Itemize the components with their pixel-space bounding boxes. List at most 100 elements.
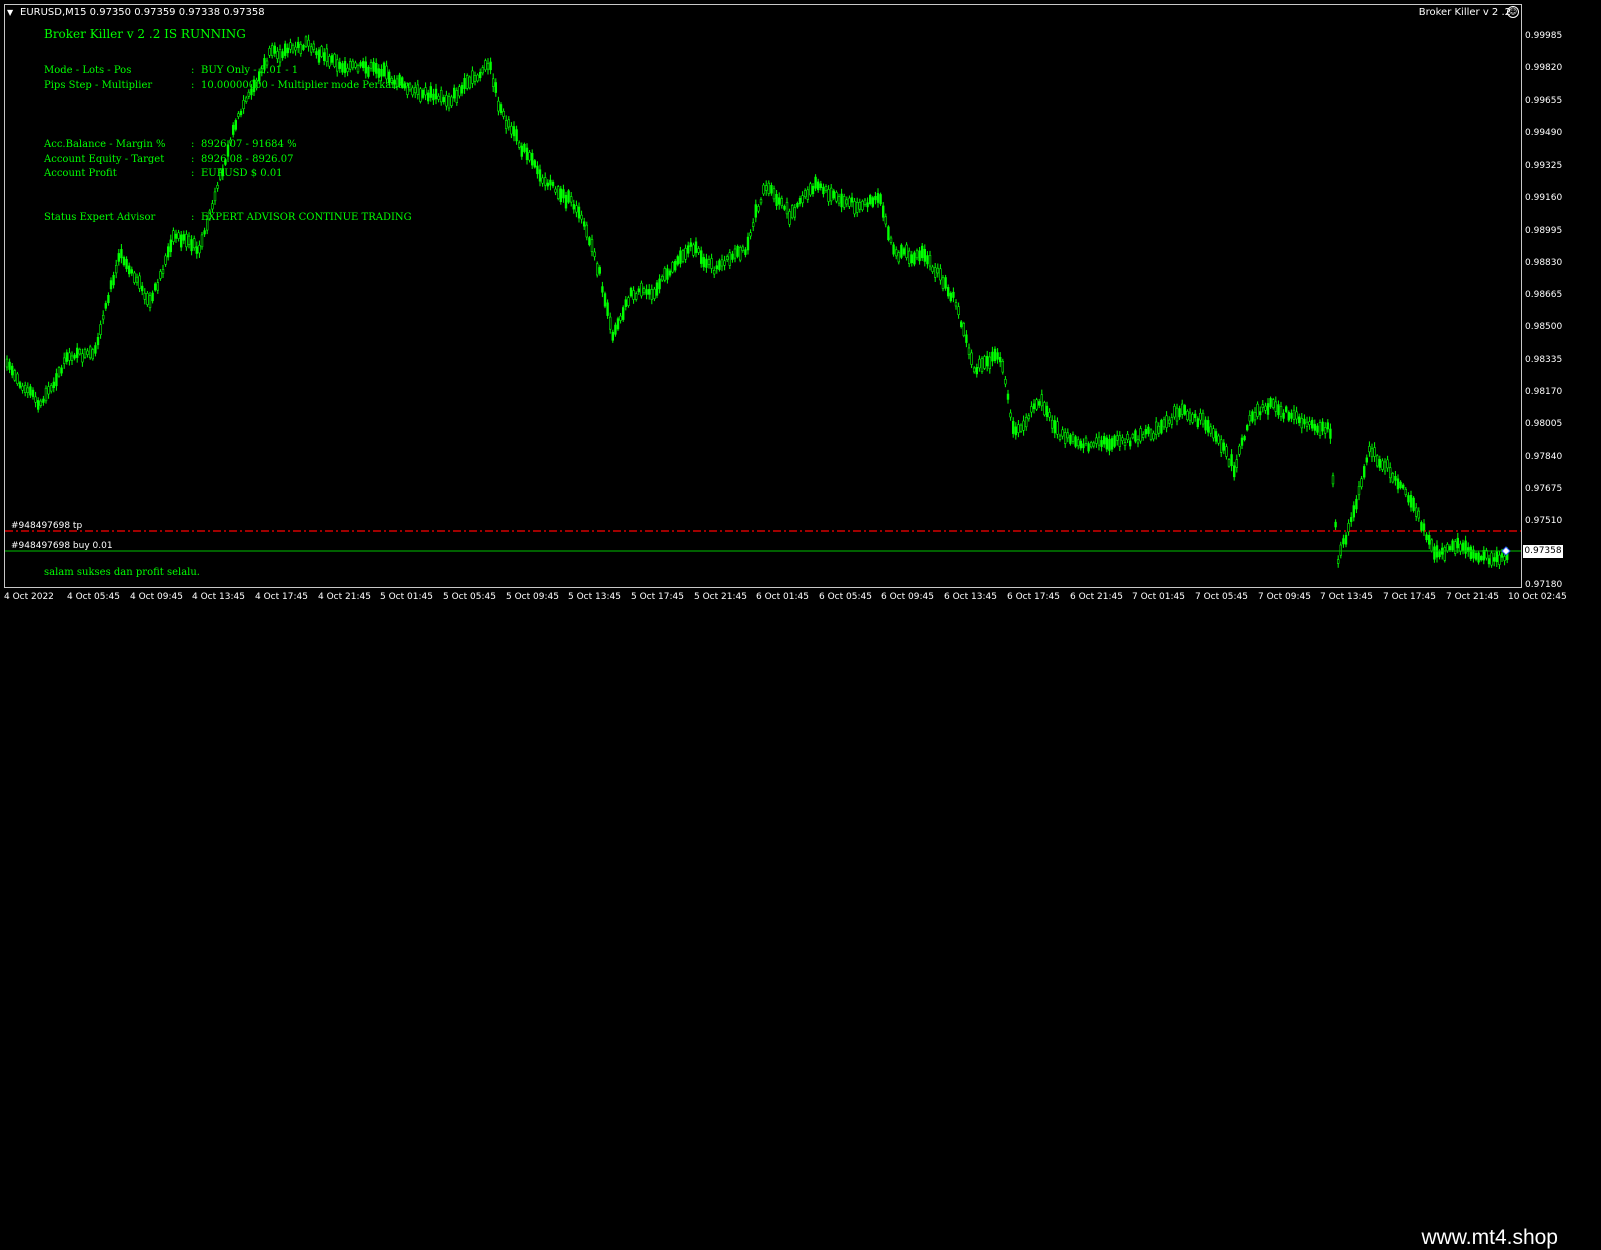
- candle-body: [1290, 412, 1293, 419]
- candle-body: [296, 41, 300, 48]
- chart-window[interactable]: ▼ EURUSD,M15 0.97350 0.97359 0.97338 0.9…: [0, 0, 1601, 610]
- candle-body: [432, 93, 435, 101]
- candle-body: [777, 197, 781, 205]
- candle-body: [104, 303, 108, 309]
- candle-body: [941, 277, 945, 289]
- candle-body: [346, 67, 349, 72]
- candle-body: [645, 289, 648, 295]
- candle-body: [304, 36, 308, 47]
- price-tick: 0.98335: [1525, 355, 1563, 365]
- candle-body: [1443, 547, 1447, 561]
- candle-body: [1386, 459, 1389, 469]
- candle-body: [273, 45, 276, 54]
- smiley-icon[interactable]: ☺: [1507, 6, 1519, 18]
- candle-body: [650, 289, 654, 300]
- candle-body: [419, 88, 422, 102]
- candle-body: [1092, 442, 1096, 447]
- candle-body: [320, 46, 323, 57]
- candle-body: [143, 292, 146, 300]
- candle-body: [624, 299, 628, 308]
- candle-body: [471, 70, 474, 84]
- candle-body: [1004, 378, 1007, 385]
- ea-label-equity: Account Equity - Target: [44, 154, 165, 165]
- candle-body: [543, 177, 547, 186]
- candle-body: [478, 72, 482, 79]
- candle-body: [572, 204, 576, 210]
- time-tick: 5 Oct 17:45: [631, 592, 684, 602]
- candle-body: [359, 62, 362, 67]
- candle-body: [1350, 517, 1353, 522]
- candle-body: [689, 242, 693, 247]
- candle-body: [1058, 435, 1062, 440]
- candle-body: [949, 292, 953, 302]
- candle-body: [437, 95, 440, 100]
- candle-body: [499, 104, 503, 113]
- candle-body: [1313, 423, 1317, 431]
- candle-body: [65, 352, 69, 362]
- candle-body: [554, 188, 557, 193]
- candle-body: [564, 194, 568, 209]
- time-tick: 7 Oct 13:45: [1320, 592, 1373, 602]
- time-tick: 6 Oct 13:45: [944, 592, 997, 602]
- candle-body: [1207, 420, 1210, 433]
- candle-body: [216, 185, 219, 189]
- candle-body: [533, 160, 537, 168]
- chart-menu-arrow-icon[interactable]: ▼: [7, 8, 13, 17]
- candle-body: [1381, 460, 1384, 470]
- candle-body: [70, 355, 74, 361]
- candle-body: [120, 249, 123, 259]
- candle-body: [211, 203, 214, 210]
- candle-body: [655, 282, 659, 296]
- candle-body: [1142, 434, 1145, 438]
- candle-body: [302, 44, 305, 50]
- candle-body: [1069, 434, 1072, 444]
- candle-body: [991, 351, 994, 362]
- candle-body: [1077, 439, 1080, 447]
- candle-body: [936, 267, 940, 274]
- candle-body: [270, 45, 274, 56]
- candle-body: [1116, 435, 1119, 441]
- candle-body: [133, 272, 136, 283]
- time-tick: 6 Oct 05:45: [819, 592, 872, 602]
- candle-body: [809, 183, 812, 196]
- candle-body: [959, 321, 963, 328]
- price-tick: 0.98995: [1525, 226, 1563, 236]
- candle-body: [494, 82, 497, 93]
- candle-body: [367, 66, 370, 77]
- candle-body: [1396, 478, 1400, 490]
- candle-body: [107, 294, 110, 303]
- candle-body: [89, 346, 92, 359]
- candle-body: [764, 185, 768, 191]
- candle-body: [1019, 424, 1023, 432]
- candle-body: [1071, 434, 1075, 442]
- candle-body: [315, 51, 318, 56]
- candle-body: [200, 234, 204, 248]
- candle-body: [1420, 522, 1423, 531]
- candle-body: [148, 295, 152, 308]
- candle-body: [1201, 412, 1205, 425]
- candle-body: [762, 184, 765, 195]
- candle-body: [666, 268, 669, 280]
- candle-body: [385, 65, 388, 80]
- candle-body: [1160, 419, 1163, 434]
- candle-body: [585, 224, 589, 238]
- candle-body: [754, 204, 758, 218]
- candle-body: [369, 62, 373, 69]
- candle-body: [653, 288, 656, 300]
- candle-body: [60, 367, 63, 374]
- candle-body: [439, 90, 443, 103]
- candle-body: [286, 47, 289, 54]
- candle-body: [590, 239, 594, 252]
- candle-body: [117, 253, 121, 262]
- candle-body: [83, 348, 87, 358]
- candle-body: [141, 285, 144, 292]
- candle-body: [1282, 412, 1285, 419]
- candle-body: [497, 100, 500, 112]
- candle-body: [1300, 417, 1304, 429]
- candle-body: [972, 367, 976, 373]
- candle-body: [426, 92, 430, 102]
- candle-body: [1357, 486, 1361, 496]
- candle-body: [1017, 424, 1020, 434]
- candle-body: [715, 265, 719, 270]
- candle-body: [34, 396, 37, 403]
